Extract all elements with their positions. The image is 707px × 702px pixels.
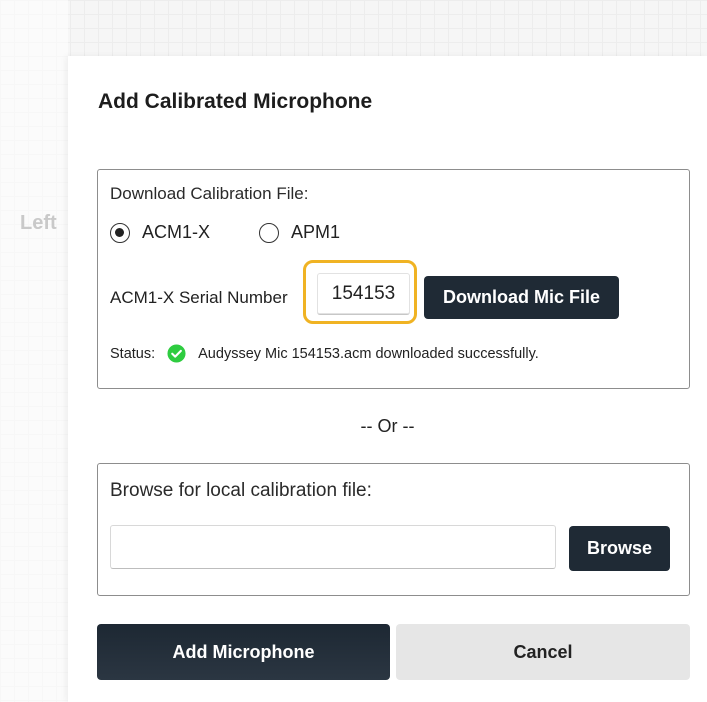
- add-microphone-button[interactable]: Add Microphone: [97, 624, 390, 680]
- local-file-path-input[interactable]: [110, 525, 556, 569]
- or-divider: -- Or --: [360, 416, 415, 436]
- radio-acm1x[interactable]: ACM1-X: [110, 222, 210, 243]
- radio-apm1[interactable]: APM1: [259, 222, 340, 243]
- background-panel: [0, 0, 68, 702]
- browse-local-file-group: Browse for local calibration file: Brows…: [97, 463, 690, 596]
- status-message: Audyssey Mic 154153.acm downloaded succe…: [198, 345, 539, 362]
- check-circle-icon: [167, 344, 186, 363]
- download-section-heading: Download Calibration File:: [110, 184, 309, 203]
- radio-apm1-indicator[interactable]: [259, 222, 279, 243]
- serial-number-input[interactable]: [317, 273, 410, 315]
- status-row: Status: Audyssey Mic 154153.acm download…: [110, 344, 539, 363]
- cancel-button[interactable]: Cancel: [396, 624, 690, 680]
- serial-number-label: ACM1-X Serial Number: [110, 288, 288, 307]
- dialog-title: Add Calibrated Microphone: [98, 90, 373, 113]
- background-left-label: Left: [20, 212, 57, 234]
- radio-acm1x-indicator[interactable]: [110, 222, 130, 243]
- download-mic-file-button[interactable]: Download Mic File: [424, 276, 619, 319]
- browse-section-heading: Browse for local calibration file:: [110, 480, 372, 501]
- browse-button[interactable]: Browse: [569, 526, 670, 571]
- radio-acm1x-label: ACM1-X: [142, 222, 211, 242]
- add-microphone-dialog: Add Calibrated Microphone Download Calib…: [68, 56, 707, 702]
- radio-apm1-label: APM1: [291, 222, 341, 242]
- status-label: Status:: [110, 345, 156, 362]
- download-calibration-group: Download Calibration File: ACM1-X APM1 A…: [97, 169, 690, 389]
